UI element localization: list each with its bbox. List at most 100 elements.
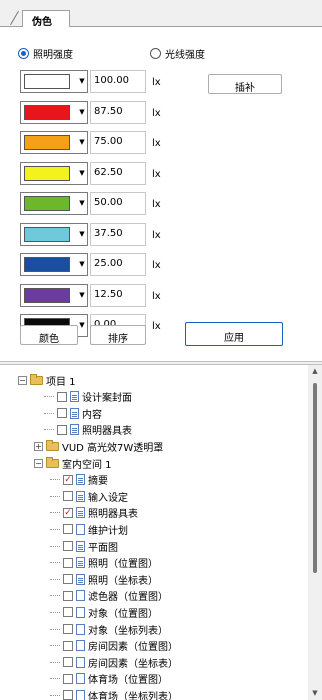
item-checkbox[interactable]: ✓ (63, 474, 73, 485)
chevron-down-icon[interactable]: ▼ (77, 100, 88, 124)
tree-item[interactable]: 房间因素（位置图） (50, 639, 178, 653)
item-checkbox[interactable]: ✓ (63, 507, 73, 518)
tree-item[interactable]: ✓ 照明器具表 (50, 506, 138, 520)
threshold-input[interactable]: 62.50 (90, 161, 146, 185)
item-checkbox[interactable] (57, 424, 67, 435)
expander-icon[interactable]: + (34, 441, 43, 451)
tree-item[interactable]: 体育场（坐标列表） (50, 688, 178, 700)
item-checkbox[interactable] (63, 524, 73, 535)
color-picker[interactable] (20, 131, 78, 154)
chevron-down-icon[interactable]: ▼ (77, 283, 88, 307)
document-icon (70, 424, 79, 436)
tree-connector (44, 412, 54, 414)
threshold-input[interactable]: 87.50 (90, 100, 146, 124)
color-row: ▼ 12.50 lx (20, 283, 320, 308)
sort-button[interactable]: 排序 (90, 325, 146, 345)
tree-item[interactable]: 对象（坐标列表） (50, 622, 168, 637)
threshold-input[interactable]: 100.00 (90, 70, 146, 93)
item-checkbox[interactable] (57, 408, 67, 419)
color-picker[interactable] (20, 283, 78, 307)
color-swatch (24, 287, 70, 303)
color-picker[interactable] (20, 70, 78, 93)
item-checkbox[interactable] (63, 624, 73, 634)
threshold-input[interactable]: 12.50 (90, 283, 146, 307)
item-checkbox[interactable] (63, 541, 73, 551)
chevron-down-icon[interactable]: ▼ (77, 161, 88, 185)
tab-divider (10, 10, 19, 26)
tree-item-label: 项目 1 (46, 376, 76, 388)
radio-illuminance[interactable]: 照明强度 (18, 46, 73, 61)
threshold-input[interactable]: 75.00 (90, 131, 146, 154)
tab-false-color[interactable]: 伪色 (22, 10, 70, 28)
tree-item[interactable]: 滤色器（位置图） (50, 589, 168, 603)
apply-button[interactable]: 应用 (185, 322, 283, 346)
color-picker[interactable] (20, 253, 78, 276)
color-button[interactable]: 颜色 (20, 325, 78, 345)
tree-connector (50, 661, 60, 663)
tree-folder-node[interactable]: + VUD 高光效7W透明罩 (34, 439, 163, 454)
tree-item[interactable]: 体育场（位置图） (50, 672, 168, 686)
unit-label: lx (152, 77, 161, 88)
color-picker[interactable] (20, 161, 78, 185)
tree-item[interactable]: 对象（位置图） (50, 605, 158, 620)
chevron-down-icon[interactable]: ▼ (77, 192, 88, 215)
chevron-down-icon[interactable]: ▼ (77, 70, 88, 93)
radio-luminous-button[interactable] (150, 47, 161, 59)
tree-item[interactable]: 内容 (44, 406, 102, 421)
tree-item[interactable]: 房间因素（坐标表） (50, 655, 178, 670)
item-checkbox[interactable] (63, 657, 73, 668)
expander-icon[interactable]: − (18, 375, 27, 385)
radio-luminous[interactable]: 光线强度 (150, 46, 205, 61)
tree-item[interactable]: 维护计划 (50, 522, 128, 537)
color-row: ▼ 50.00 lx (20, 192, 320, 216)
item-checkbox[interactable] (63, 574, 73, 585)
color-swatch (24, 257, 70, 272)
tree-folder-node[interactable]: − 室内空间 1 (34, 456, 112, 471)
document-icon (76, 474, 85, 486)
tree-item-label: 对象（位置图） (88, 608, 158, 620)
tree-scrollbar[interactable]: ▲ ▼ (308, 365, 322, 700)
tree-item[interactable]: 平面图 (50, 539, 118, 554)
color-picker[interactable] (20, 192, 78, 215)
tree-item[interactable]: ✓ 摘要 (50, 473, 108, 487)
chevron-down-icon[interactable]: ▼ (77, 314, 88, 337)
tree-item-label: 照明（位置图） (88, 559, 158, 571)
document-icon (76, 490, 85, 502)
item-checkbox[interactable] (63, 491, 73, 502)
threshold-input[interactable]: 50.00 (90, 192, 146, 215)
false-color-panel: 伪色 照明强度 光线强度 ▼ 100.00 lx ▼ 87.50 lx ▼ 75.00 lx ▼ 6… (0, 0, 322, 362)
item-checkbox[interactable] (63, 607, 73, 618)
threshold-input[interactable]: 37.50 (90, 222, 146, 246)
document-icon (70, 407, 79, 419)
scroll-down-icon[interactable]: ▼ (310, 689, 320, 699)
item-checkbox[interactable] (63, 590, 73, 601)
threshold-input[interactable]: 25.00 (90, 253, 146, 276)
tree-item[interactable]: 照明（位置图） (50, 556, 158, 570)
tree-item[interactable]: 设计案封面 (44, 390, 132, 404)
scroll-up-icon[interactable]: ▲ (310, 367, 320, 377)
scroll-thumb[interactable] (313, 383, 317, 573)
color-row: ▼ 75.00 lx (20, 131, 320, 155)
tree-folder-node[interactable]: − 项目 1 (18, 373, 76, 388)
chevron-down-icon[interactable]: ▼ (77, 253, 88, 276)
radio-illuminance-button[interactable] (18, 47, 29, 59)
expander-icon[interactable]: − (34, 458, 43, 468)
item-checkbox[interactable] (63, 690, 73, 700)
item-checkbox[interactable] (57, 391, 67, 402)
tree-item[interactable]: 照明（坐标表） (50, 572, 158, 587)
tree-item-label: 照明器具表 (88, 509, 138, 521)
item-checkbox[interactable] (63, 640, 73, 651)
tree-item-label: 体育场（位置图） (88, 675, 168, 687)
color-row: ▼ 62.50 lx (20, 161, 320, 186)
color-picker[interactable] (20, 100, 78, 124)
item-checkbox[interactable] (63, 557, 73, 568)
unit-label: lx (152, 199, 161, 210)
color-picker[interactable] (20, 222, 78, 246)
chevron-down-icon[interactable]: ▼ (77, 222, 88, 246)
tree-item[interactable]: 照明器具表 (44, 423, 132, 437)
interpolate-button[interactable]: 插补 (208, 74, 282, 94)
tree-item[interactable]: 输入设定 (50, 489, 128, 504)
chevron-down-icon[interactable]: ▼ (77, 131, 88, 154)
item-checkbox[interactable] (63, 673, 73, 684)
radio-luminous-label: 光线强度 (165, 49, 205, 61)
